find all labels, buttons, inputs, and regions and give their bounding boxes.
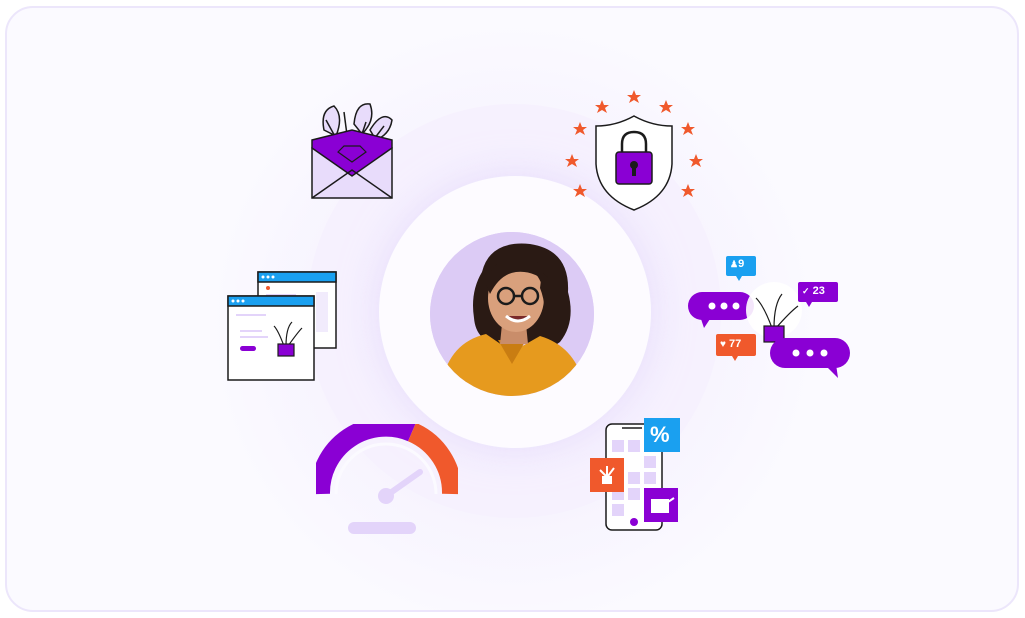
mobile-commerce: % xyxy=(586,416,682,534)
heart-icon: ♥ xyxy=(720,339,726,350)
comments-badge: ✓ 23 xyxy=(802,285,825,297)
open-envelope-icon xyxy=(311,103,393,199)
user-icon: ♟ xyxy=(730,259,739,269)
chat-bubbles-icon xyxy=(688,256,850,378)
followers-badge: ♟9 xyxy=(730,258,744,270)
shield-lock-icon xyxy=(565,90,703,211)
comments-count: 23 xyxy=(812,285,825,297)
likes-count: 77 xyxy=(729,338,742,350)
browser-windows-icon xyxy=(227,271,337,381)
social-engagement: ♟9 ✓ 23 ♥ 77 xyxy=(686,254,856,382)
speedometer-gauge-icon xyxy=(316,424,458,534)
likes-badge: ♥ 77 xyxy=(720,338,741,350)
woman-with-glasses-portrait xyxy=(430,232,594,396)
discount-percent: % xyxy=(650,422,670,447)
followers-count: 9 xyxy=(738,258,745,270)
person-portrait xyxy=(430,232,594,396)
check-icon: ✓ xyxy=(802,286,810,296)
